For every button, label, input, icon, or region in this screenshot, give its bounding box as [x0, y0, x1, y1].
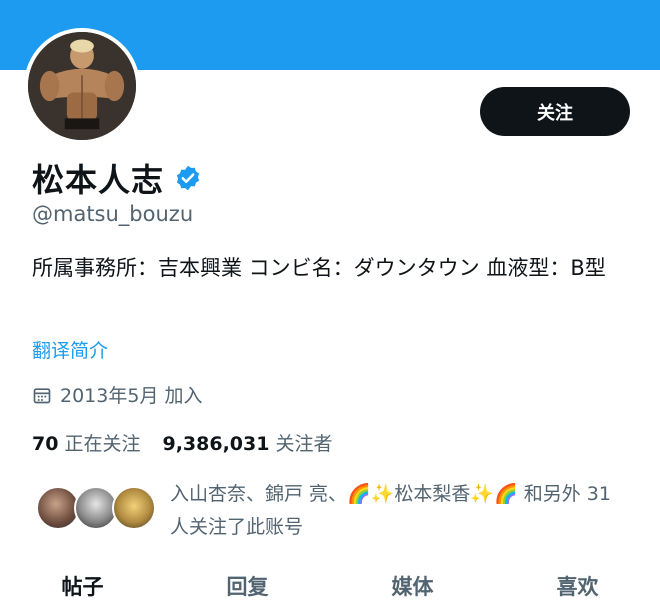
joined-date: 2013年5月 加入 [32, 381, 202, 408]
profile-avatar[interactable] [24, 28, 140, 144]
name-row: 松本人志 [32, 155, 202, 201]
followers-stat[interactable]: 9,386,031 关注者 [162, 429, 332, 456]
tab-likes[interactable]: 喜欢 [495, 566, 660, 608]
followers-you-know-text: 入山杏奈、錦戸 亮、🌈✨松本梨香✨🌈 和另外 31 人关注了此账号 [170, 483, 611, 538]
tab-posts[interactable]: 帖子 [0, 566, 165, 608]
follow-stats: 70 正在关注 9,386,031 关注者 [32, 429, 332, 456]
translate-bio-link[interactable]: 翻译简介 [32, 336, 108, 363]
profile-tabs: 帖子 回复 媒体 喜欢 [0, 566, 660, 608]
verified-badge-icon[interactable] [174, 164, 202, 192]
profile-bio: 所属事務所：吉本興業 コンビ名：ダウンタウン 血液型：B型 [32, 256, 606, 280]
calendar-icon [33, 387, 51, 403]
joined-text: 2013年5月 加入 [60, 385, 203, 407]
tab-replies[interactable]: 回复 [165, 566, 330, 608]
follower-avatar [112, 486, 156, 530]
followers-you-know[interactable]: 入山杏奈、錦戸 亮、🌈✨松本梨香✨🌈 和另外 31 人关注了此账号 [32, 478, 632, 544]
follower-avatars [32, 478, 162, 534]
followers-count: 9,386,031 [162, 433, 270, 455]
tab-media[interactable]: 媒体 [330, 566, 495, 608]
follow-button[interactable]: 关注 [480, 87, 630, 136]
following-stat[interactable]: 70 正在关注 [32, 429, 140, 456]
avatar-image [28, 32, 136, 140]
avatar-figure-icon [28, 32, 136, 140]
display-name: 松本人志 [32, 161, 165, 199]
following-label: 正在关注 [64, 433, 141, 455]
following-count: 70 [32, 433, 59, 455]
handle: @matsu_bouzu [32, 202, 194, 226]
followers-label: 关注者 [275, 433, 333, 455]
